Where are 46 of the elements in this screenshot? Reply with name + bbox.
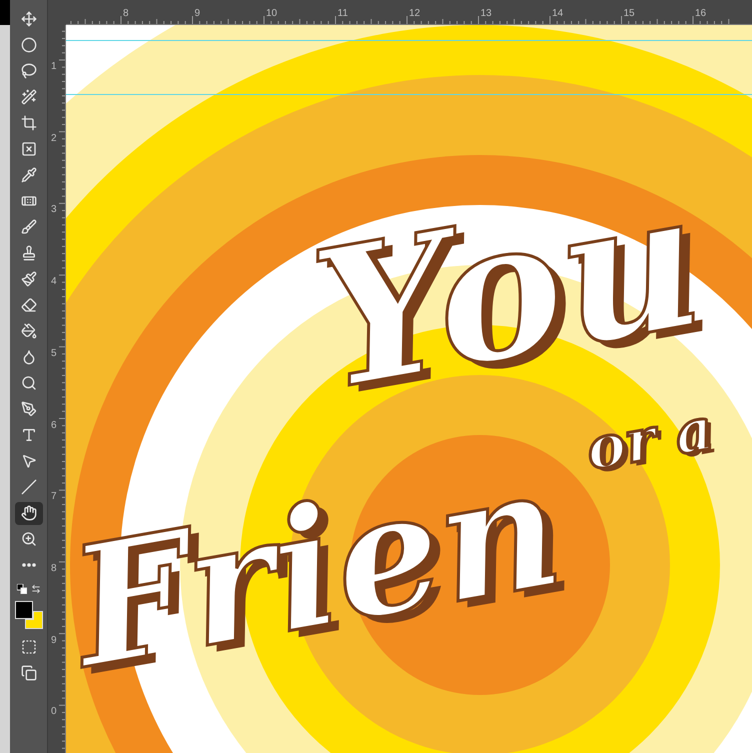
- lasso-icon: [20, 63, 36, 80]
- ruler-label: 14: [552, 9, 564, 19]
- ruler-label: 7: [51, 492, 57, 502]
- ruler-label: 16: [695, 9, 706, 19]
- overlapping-squares-icon: [20, 664, 36, 680]
- background-color-swatch[interactable]: [24, 610, 42, 628]
- ellipse-icon: [20, 37, 36, 54]
- tool-button[interactable]: [14, 502, 42, 524]
- stamp-icon: [20, 245, 36, 262]
- ruler-label: 8: [51, 564, 57, 574]
- ruler-label: 13: [480, 9, 492, 19]
- ruler-label: 2: [51, 134, 57, 144]
- ruler-label: 9: [194, 9, 200, 19]
- brush-icon: [20, 219, 36, 236]
- ruler-label: 6: [51, 420, 57, 430]
- arrow-pointer-icon: [20, 453, 36, 470]
- ruler-label: 11: [338, 9, 348, 19]
- more-icon: [22, 563, 36, 568]
- move-icon: [20, 11, 36, 28]
- ruler-label: 8: [123, 9, 129, 19]
- hand-icon: [20, 505, 36, 522]
- zoom-icon: [20, 531, 36, 548]
- text-icon: [20, 427, 36, 444]
- dashed-square-icon: [20, 639, 36, 655]
- ruler-label: 15: [624, 9, 635, 19]
- line-icon: [20, 479, 36, 496]
- droplet-icon: [20, 349, 36, 366]
- ruler-label: 5: [51, 348, 57, 359]
- eyedropper-icon: [20, 167, 36, 184]
- crop-icon: [20, 115, 36, 132]
- ruler-label: 4: [51, 277, 57, 288]
- ruler-label: 9: [51, 636, 57, 646]
- swap-colors-icon[interactable]: [30, 584, 40, 594]
- frame-icon: [20, 141, 36, 158]
- wand-icon: [20, 89, 36, 106]
- paint-bucket-icon: [20, 323, 36, 340]
- ruler-label: 10: [266, 9, 278, 19]
- foreground-color-swatch[interactable]: [14, 600, 32, 618]
- eraser-icon: [20, 297, 36, 314]
- ruler-label: 12: [409, 9, 420, 19]
- ruler-label: 3: [51, 205, 57, 216]
- default-colors-icon[interactable]: [16, 584, 26, 594]
- ruler-label: 1: [51, 62, 57, 72]
- pen-icon: [20, 401, 36, 418]
- brush-icon: [20, 271, 36, 288]
- ruler-label: 0: [51, 707, 57, 718]
